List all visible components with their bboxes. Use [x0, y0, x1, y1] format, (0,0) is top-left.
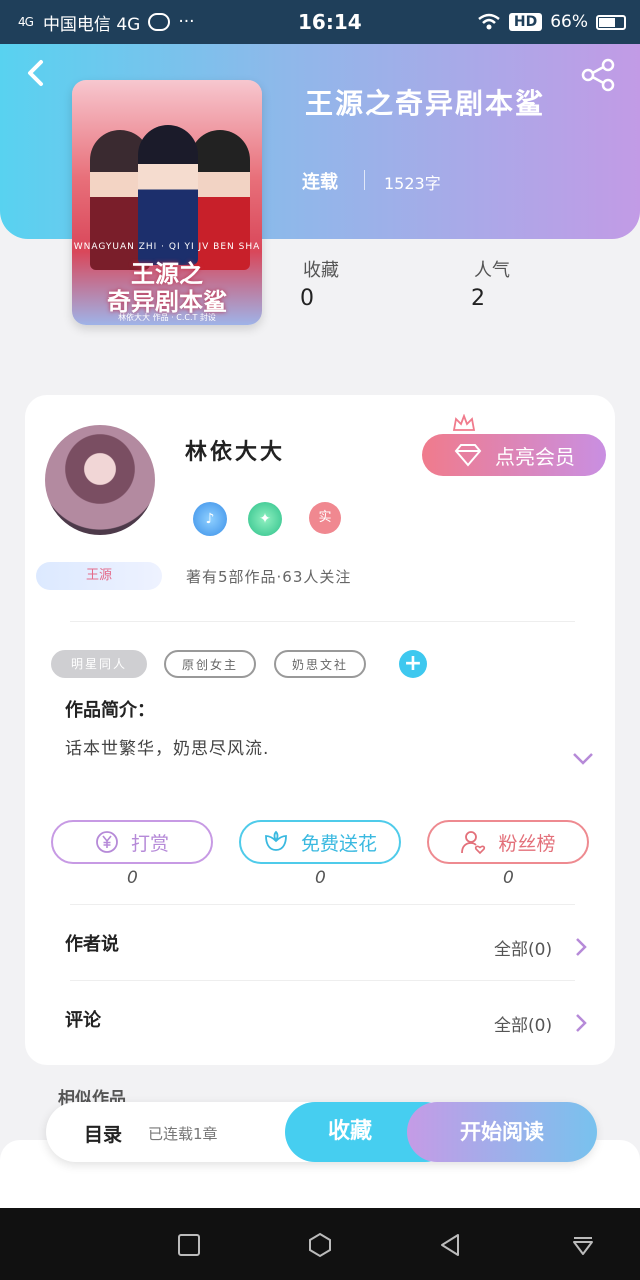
author-meta: 著有5部作品·63人关注: [186, 568, 352, 586]
music-badge-icon: ♪: [193, 502, 227, 536]
fan-user-icon: [461, 831, 486, 855]
divider: [70, 904, 575, 905]
vip-button[interactable]: 点亮会员: [422, 434, 606, 476]
author-avatar[interactable]: [45, 425, 155, 535]
wifi-icon: [478, 13, 500, 30]
flower-icon: [265, 830, 287, 851]
author-says-all-link[interactable]: 全部(0): [494, 935, 552, 960]
divider: [70, 621, 575, 622]
yen-icon: [96, 831, 118, 853]
comments-all-link[interactable]: 全部(0): [494, 1011, 552, 1036]
fans-count: 0: [503, 868, 514, 888]
carrier-label: 中国电信 4G: [42, 14, 141, 35]
chevron-down-icon[interactable]: [572, 752, 594, 766]
fans-ranking-button[interactable]: 粉丝榜: [427, 820, 589, 864]
tag-item[interactable]: 明星同人: [51, 650, 147, 678]
battery-icon: [596, 14, 626, 30]
divider: [70, 980, 575, 981]
cover-title-line1: 王源之: [131, 260, 203, 288]
popularity-label: 人气: [474, 260, 510, 281]
chevron-right-icon[interactable]: [574, 936, 588, 958]
start-reading-button[interactable]: 开始阅读: [407, 1102, 597, 1162]
toc-button[interactable]: 目录: [84, 1120, 122, 1147]
book-status: 连载: [302, 172, 338, 193]
battery-percent: 66%: [550, 12, 588, 32]
diamond-icon: [454, 444, 482, 467]
comments-label: 评论: [65, 1010, 101, 1031]
status-bar: 4G 中国电信 4G ··· 16:14 HD 66%: [0, 0, 640, 44]
tag-item[interactable]: 原创女主: [164, 650, 256, 678]
notification-pull-icon[interactable]: [570, 1232, 596, 1258]
free-flower-button[interactable]: 免费送花: [239, 820, 401, 864]
flower-count: 0: [315, 868, 326, 888]
crown-icon: [452, 414, 476, 431]
reward-button[interactable]: 打赏: [51, 820, 213, 864]
intro-text: 话本世繁华，奶思尽风流.: [65, 739, 270, 759]
toc-status: 已连载1章: [148, 1125, 218, 1143]
vip-button-label: 点亮会员: [495, 444, 575, 469]
word-count: 1523字: [384, 174, 441, 193]
cover-subtitle: WNAGYUAN ZHI · QI YI JV BEN SHA: [73, 242, 261, 252]
intro-label: 作品简介：: [65, 700, 155, 721]
back-nav-icon[interactable]: [437, 1232, 463, 1258]
chevron-right-icon[interactable]: [574, 1012, 588, 1034]
author-name[interactable]: 林依大大: [185, 434, 285, 466]
fans-ranking-label: 粉丝榜: [498, 832, 556, 855]
reward-count: 0: [127, 868, 138, 888]
more-dots: ···: [178, 12, 195, 32]
real-name-badge: 实: [309, 502, 341, 534]
author-says-label: 作者说: [65, 934, 119, 955]
tag-item[interactable]: 奶思文社: [274, 650, 366, 678]
favorites-value: 0: [300, 286, 314, 311]
cover-title: 王源之 奇异剧本鲨: [72, 260, 262, 316]
free-flower-label: 免费送花: [300, 832, 377, 855]
book-title: 王源之奇异剧本鲨: [305, 87, 546, 120]
author-fan-badge: 王源: [36, 562, 162, 590]
signal-indicator: 4G: [18, 15, 34, 29]
reward-label: 打赏: [130, 832, 169, 855]
clock: 16:14: [298, 10, 362, 34]
handshake-badge-icon: ✦: [248, 502, 282, 536]
cover-footer: 林依大大 作品 · C.C.T 封设: [118, 313, 216, 322]
book-cover[interactable]: WNAGYUAN ZHI · QI YI JV BEN SHA 王源之 奇异剧本…: [72, 80, 262, 325]
message-icon: [148, 13, 171, 31]
home-icon[interactable]: [307, 1232, 333, 1258]
popularity-value: 2: [471, 286, 485, 311]
back-arrow-icon[interactable]: [22, 58, 52, 88]
add-tag-button[interactable]: +: [399, 650, 427, 678]
hd-badge: HD: [508, 13, 543, 31]
share-icon[interactable]: [580, 58, 616, 92]
status-separator: [364, 170, 365, 190]
recent-apps-icon[interactable]: [176, 1232, 202, 1258]
favorites-label: 收藏: [303, 260, 339, 281]
